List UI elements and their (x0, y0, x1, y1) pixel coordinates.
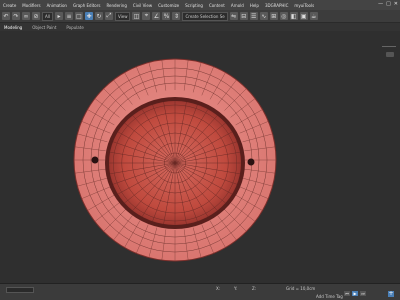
scale-icon[interactable]: ⤢ (104, 12, 113, 20)
menu-arnold[interactable]: Arnold (228, 3, 247, 8)
percent-snap-icon[interactable]: % (162, 12, 171, 20)
play-icon[interactable]: ▶ (352, 291, 358, 296)
render-setup-icon[interactable]: ◧ (289, 12, 298, 20)
tab-modeling[interactable]: Modeling (4, 25, 22, 30)
main-toolbar: ↶ ↷ ∞ ⊘ All ▸ ≡ □ ✚ ↻ ⤢ View ◫ ⌖ ∠ % ⇕ C… (0, 10, 400, 23)
x-coord-label: X: (216, 286, 221, 291)
close-button[interactable]: ✕ (394, 1, 398, 7)
menu-modifiers[interactable]: Modifiers (19, 3, 43, 8)
go-to-start-icon[interactable]: ⏮ (344, 291, 350, 296)
go-to-end-icon[interactable]: ⏭ (360, 291, 366, 296)
grid-size: Grid = 10,0cm (286, 286, 316, 291)
menu-create[interactable]: Create (0, 3, 19, 8)
menu-civil-view[interactable]: Civil View (130, 3, 155, 8)
undo-icon[interactable]: ↶ (2, 12, 10, 20)
menu-rendering[interactable]: Rendering (103, 3, 129, 8)
unlink-icon[interactable]: ⊘ (32, 12, 40, 20)
status-bar: X: Y: Z: Grid = 10,0cm Add Time Tag ⏮ ▶ … (0, 283, 400, 300)
mirror-icon[interactable]: ⇋ (229, 12, 238, 20)
menu-help[interactable]: Help (247, 3, 262, 8)
maximize-button[interactable]: □ (386, 1, 391, 7)
time-slider[interactable] (6, 287, 34, 293)
bolt-hole-right (247, 158, 255, 166)
bolt-hole-left (91, 156, 99, 164)
command-panel-divider (382, 46, 396, 47)
tab-object-paint[interactable]: Object Paint (32, 25, 56, 30)
command-panel-button[interactable] (386, 52, 394, 57)
command-panel-edge (380, 31, 400, 61)
snap-icon[interactable]: ⌖ (142, 12, 151, 20)
viewport-top[interactable] (0, 31, 400, 284)
curve-editor-icon[interactable]: ∿ (259, 12, 268, 20)
reference-coord-dropdown[interactable]: View (114, 11, 131, 21)
playback-controls: ⏮ ▶ ⏭ (344, 291, 366, 296)
pivot-icon[interactable]: ◫ (132, 12, 141, 20)
render-frame-icon[interactable]: ▣ (299, 12, 308, 20)
menu-scripting[interactable]: Scripting (182, 3, 206, 8)
menu-customize[interactable]: Customize (155, 3, 182, 8)
redo-icon[interactable]: ↷ (12, 12, 20, 20)
layer-icon[interactable]: ☰ (249, 12, 258, 20)
move-icon[interactable]: ✚ (84, 12, 93, 20)
selection-set-dropdown[interactable]: Create Selection Se (182, 11, 228, 21)
menu-animation[interactable]: Animation (44, 3, 70, 8)
y-coord-label: Y: (234, 286, 238, 291)
add-time-tag[interactable]: Add Time Tag (316, 294, 343, 299)
material-editor-icon[interactable]: ◎ (279, 12, 288, 20)
viewport-canvas[interactable] (0, 31, 400, 284)
window-controls: — □ ✕ (378, 1, 398, 7)
spinner-snap-icon[interactable]: ⇕ (172, 12, 181, 20)
rotate-icon[interactable]: ↻ (94, 12, 103, 20)
menu-myuitools[interactable]: myuiTools (291, 3, 317, 8)
select-object-icon[interactable]: ▸ (54, 12, 63, 20)
select-by-name-icon[interactable]: ≡ (64, 12, 73, 20)
add-icon[interactable]: + (388, 291, 394, 297)
menu-content[interactable]: Content (206, 3, 228, 8)
menu-graph-editors[interactable]: Graph Editors (70, 3, 103, 8)
rect-select-icon[interactable]: □ (74, 12, 83, 20)
align-icon[interactable]: ⊟ (239, 12, 248, 20)
tab-populate[interactable]: Populate (66, 25, 83, 30)
menu-3dgraphic[interactable]: 3DGRAPHIC (262, 3, 291, 8)
schematic-icon[interactable]: ⊞ (269, 12, 278, 20)
ribbon-tabs: Modeling Object Paint Populate (0, 23, 400, 31)
link-icon[interactable]: ∞ (22, 12, 30, 20)
selection-filter-dropdown[interactable]: All (42, 11, 53, 21)
angle-snap-icon[interactable]: ∠ (152, 12, 161, 20)
z-coord-label: Z: (252, 286, 257, 291)
render-icon[interactable]: ☕ (309, 12, 318, 20)
minimize-button[interactable]: — (378, 1, 383, 7)
